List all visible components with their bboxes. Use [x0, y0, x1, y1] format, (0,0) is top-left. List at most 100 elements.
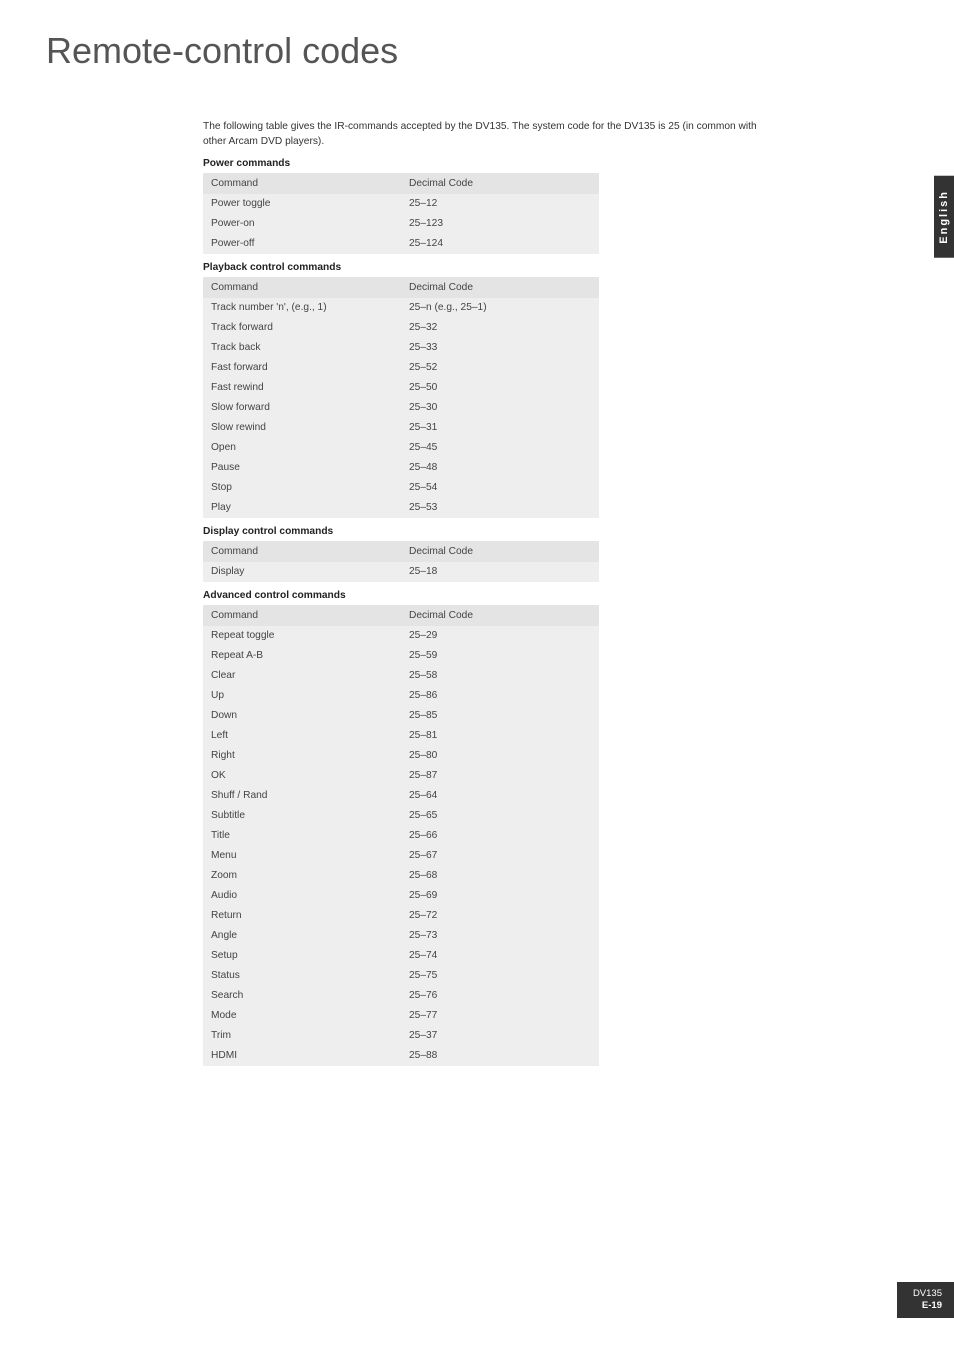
cell-code: 25–18	[401, 562, 599, 582]
cell-code: 25–54	[401, 478, 599, 498]
cell-command: Open	[203, 438, 401, 458]
cell-command: Shuff / Rand	[203, 786, 401, 806]
table-row: Zoom25–68	[203, 866, 599, 886]
table-row: Return25–72	[203, 906, 599, 926]
cell-command: OK	[203, 766, 401, 786]
col-header-code: Decimal Code	[401, 277, 599, 298]
table-row: Repeat A-B25–59	[203, 646, 599, 666]
cell-code: 25–73	[401, 926, 599, 946]
cell-command: Stop	[203, 478, 401, 498]
cell-command: Up	[203, 686, 401, 706]
table-row: Open25–45	[203, 438, 599, 458]
cell-code: 25–29	[401, 626, 599, 646]
command-table: CommandDecimal CodeDisplay25–18	[203, 541, 599, 582]
cell-command: Slow rewind	[203, 418, 401, 438]
table-row: Setup25–74	[203, 946, 599, 966]
cell-command: Down	[203, 706, 401, 726]
cell-code: 25–72	[401, 906, 599, 926]
cell-code: 25–33	[401, 338, 599, 358]
table-row: Track number 'n', (e.g., 1)25–n (e.g., 2…	[203, 298, 599, 318]
table-row: Pause25–48	[203, 458, 599, 478]
section-title: Power commands	[203, 158, 763, 169]
command-table: CommandDecimal CodeRepeat toggle25–29Rep…	[203, 605, 599, 1066]
cell-code: 25–52	[401, 358, 599, 378]
table-row: Search25–76	[203, 986, 599, 1006]
table-row: Power-on25–123	[203, 214, 599, 234]
cell-code: 25–67	[401, 846, 599, 866]
cell-code: 25–87	[401, 766, 599, 786]
table-row: Slow forward25–30	[203, 398, 599, 418]
cell-code: 25–80	[401, 746, 599, 766]
cell-code: 25–45	[401, 438, 599, 458]
section-title: Advanced control commands	[203, 590, 763, 601]
table-row: Display25–18	[203, 562, 599, 582]
table-row: Trim25–37	[203, 1026, 599, 1046]
footer-box: DV135 E-19	[897, 1282, 954, 1318]
cell-code: 25–58	[401, 666, 599, 686]
cell-code: 25–30	[401, 398, 599, 418]
footer-model: DV135	[913, 1288, 942, 1300]
cell-command: Title	[203, 826, 401, 846]
cell-command: Track forward	[203, 318, 401, 338]
col-header-code: Decimal Code	[401, 173, 599, 194]
table-row: Slow rewind25–31	[203, 418, 599, 438]
cell-code: 25–48	[401, 458, 599, 478]
table-row: Right25–80	[203, 746, 599, 766]
cell-command: Return	[203, 906, 401, 926]
cell-code: 25–86	[401, 686, 599, 706]
table-row: Subtitle25–65	[203, 806, 599, 826]
table-row: Track back25–33	[203, 338, 599, 358]
cell-code: 25–88	[401, 1046, 599, 1066]
cell-code: 25–68	[401, 866, 599, 886]
table-row: Stop25–54	[203, 478, 599, 498]
command-table: CommandDecimal CodeTrack number 'n', (e.…	[203, 277, 599, 518]
cell-code: 25–37	[401, 1026, 599, 1046]
table-row: Repeat toggle25–29	[203, 626, 599, 646]
col-header-command: Command	[203, 541, 401, 562]
cell-code: 25–74	[401, 946, 599, 966]
page-title: Remote-control codes	[0, 0, 954, 72]
col-header-command: Command	[203, 277, 401, 298]
cell-code: 25–123	[401, 214, 599, 234]
cell-code: 25–59	[401, 646, 599, 666]
cell-code: 25–50	[401, 378, 599, 398]
content-area: The following table gives the IR-command…	[203, 120, 763, 1066]
cell-code: 25–77	[401, 1006, 599, 1026]
cell-command: Zoom	[203, 866, 401, 886]
table-row: Up25–86	[203, 686, 599, 706]
table-row: HDMI25–88	[203, 1046, 599, 1066]
cell-code: 25–66	[401, 826, 599, 846]
table-row: Mode25–77	[203, 1006, 599, 1026]
cell-command: Fast forward	[203, 358, 401, 378]
table-row: Power toggle25–12	[203, 194, 599, 214]
command-table: CommandDecimal CodePower toggle25–12Powe…	[203, 173, 599, 254]
table-row: Clear25–58	[203, 666, 599, 686]
col-header-command: Command	[203, 173, 401, 194]
cell-command: Repeat A-B	[203, 646, 401, 666]
table-row: Power-off25–124	[203, 234, 599, 254]
cell-code: 25–64	[401, 786, 599, 806]
cell-command: HDMI	[203, 1046, 401, 1066]
cell-code: 25–76	[401, 986, 599, 1006]
cell-command: Repeat toggle	[203, 626, 401, 646]
table-row: OK25–87	[203, 766, 599, 786]
col-header-code: Decimal Code	[401, 605, 599, 626]
cell-command: Fast rewind	[203, 378, 401, 398]
cell-command: Play	[203, 498, 401, 518]
cell-code: 25–124	[401, 234, 599, 254]
cell-command: Mode	[203, 1006, 401, 1026]
cell-code: 25–12	[401, 194, 599, 214]
cell-command: Setup	[203, 946, 401, 966]
cell-command: Left	[203, 726, 401, 746]
cell-command: Track back	[203, 338, 401, 358]
cell-code: 25–75	[401, 966, 599, 986]
table-row: Angle25–73	[203, 926, 599, 946]
table-row: Play25–53	[203, 498, 599, 518]
section-title: Playback control commands	[203, 262, 763, 273]
cell-command: Search	[203, 986, 401, 1006]
cell-command: Track number 'n', (e.g., 1)	[203, 298, 401, 318]
cell-command: Audio	[203, 886, 401, 906]
cell-command: Pause	[203, 458, 401, 478]
table-row: Left25–81	[203, 726, 599, 746]
cell-command: Subtitle	[203, 806, 401, 826]
